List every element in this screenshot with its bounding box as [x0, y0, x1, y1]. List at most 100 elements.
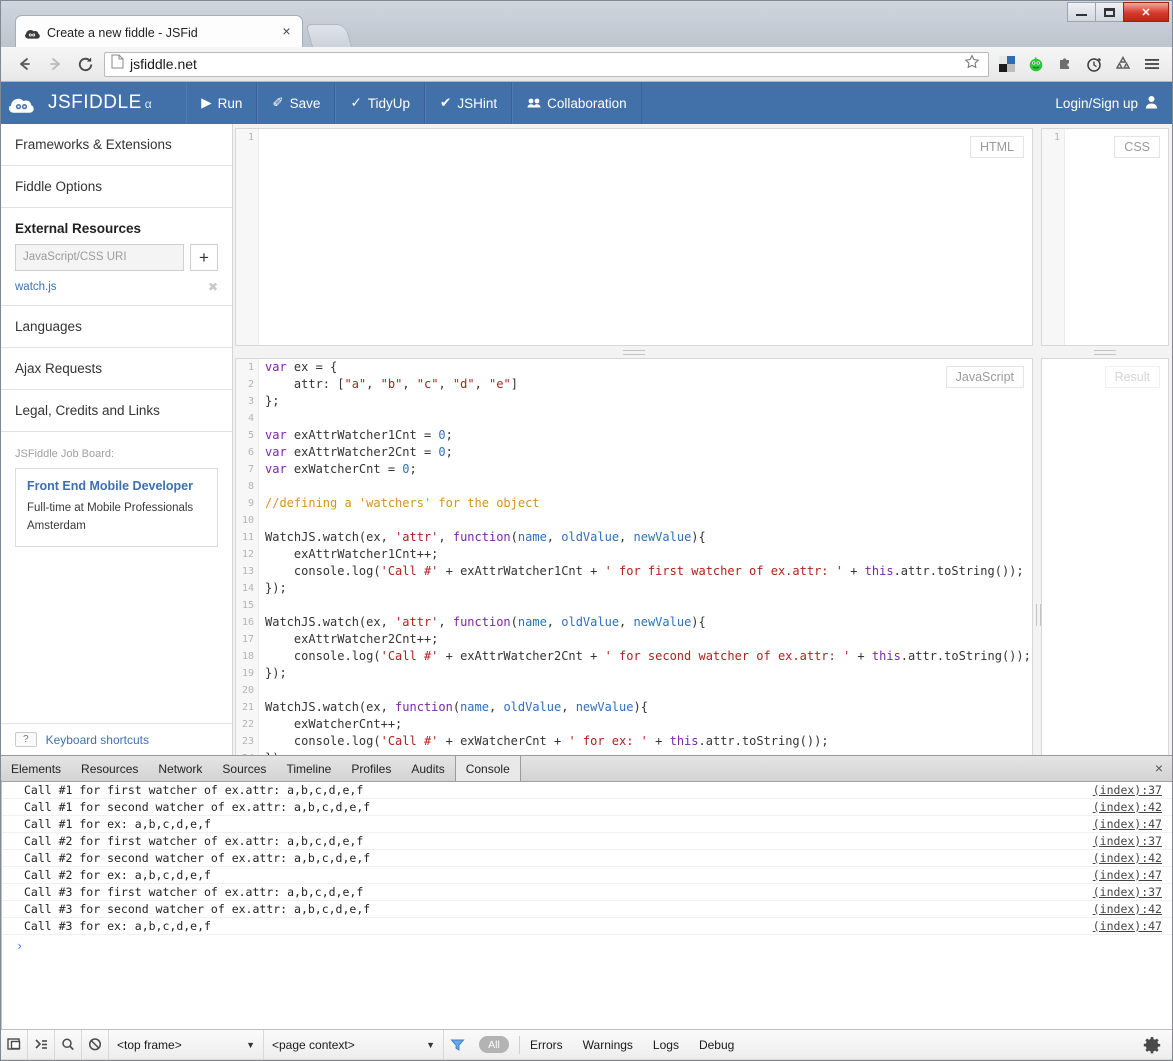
- code-line: console.log('Call #' + exWatcherCnt + ' …: [265, 734, 829, 748]
- console-log-source-link[interactable]: (index):37: [1093, 885, 1162, 899]
- console-prompt-row[interactable]: ›: [2, 935, 1172, 957]
- console-log-source-link[interactable]: (index):42: [1093, 902, 1162, 916]
- line-number: 16: [241, 617, 254, 628]
- html-pane-label[interactable]: HTML: [969, 136, 1024, 158]
- filter-warnings-button[interactable]: Warnings: [573, 1038, 643, 1052]
- new-tab-button[interactable]: [305, 24, 353, 49]
- console-output[interactable]: Call #1 for first watcher of ex.attr: a,…: [1, 782, 1172, 1029]
- console-log-source-link[interactable]: (index):37: [1093, 783, 1162, 797]
- devtools-tab-resources[interactable]: Resources: [71, 756, 148, 781]
- menu-icon[interactable]: [1142, 55, 1161, 74]
- sidebar-item-languages[interactable]: Languages: [1, 306, 232, 348]
- html-code-area[interactable]: [260, 129, 1032, 345]
- external-resource-item: watch.js ✖: [15, 280, 218, 294]
- clear-console-icon[interactable]: [82, 1029, 109, 1060]
- green-frog-icon[interactable]: [1026, 55, 1045, 74]
- line-number: 18: [241, 651, 254, 662]
- close-button[interactable]: ✕: [1123, 2, 1169, 22]
- html-editor-pane[interactable]: HTML 1: [235, 128, 1033, 346]
- tidyup-button[interactable]: ✓ TidyUp: [335, 82, 426, 124]
- job-board: JSFiddle Job Board: Front End Mobile Dev…: [1, 432, 232, 547]
- css-code-area[interactable]: [1066, 129, 1168, 345]
- puzzle-piece-icon[interactable]: [1055, 55, 1074, 74]
- html-js-splitter[interactable]: [235, 347, 1033, 357]
- console-log-message: Call #3 for ex: a,b,c,d,e,f: [24, 919, 211, 933]
- filter-debug-button[interactable]: Debug: [689, 1038, 744, 1052]
- console-log-source-link[interactable]: (index):37: [1093, 834, 1162, 848]
- devtools-tab-console[interactable]: Console: [454, 756, 521, 781]
- filter-logs-button[interactable]: Logs: [643, 1038, 689, 1052]
- jshint-button[interactable]: ✔ JSHint: [425, 82, 513, 124]
- css-result-splitter[interactable]: [1041, 347, 1169, 357]
- run-button[interactable]: ▶ Run: [186, 82, 258, 124]
- sidebar-item-external-resources[interactable]: External Resources: [1, 208, 232, 244]
- console-log-source-link[interactable]: (index):47: [1093, 868, 1162, 882]
- add-resource-button[interactable]: +: [190, 244, 218, 271]
- javascript-pane-label[interactable]: JavaScript: [945, 366, 1024, 388]
- job-title[interactable]: Front End Mobile Developer: [27, 479, 206, 493]
- sidebar-item-ajax-requests[interactable]: Ajax Requests: [1, 348, 232, 390]
- recycle-icon[interactable]: [1113, 55, 1132, 74]
- sidebar-item-legal-credits[interactable]: Legal, Credits and Links: [1, 390, 232, 432]
- filter-all-button[interactable]: All: [479, 1036, 509, 1053]
- bookmark-star-icon[interactable]: [964, 53, 980, 75]
- minimize-button[interactable]: [1067, 2, 1096, 22]
- filter-funnel-icon[interactable]: [444, 1030, 471, 1060]
- collaboration-button[interactable]: Collaboration: [512, 82, 642, 124]
- console-log-source-link[interactable]: (index):42: [1093, 851, 1162, 865]
- external-resource-input[interactable]: JavaScript/CSS URI: [15, 244, 184, 271]
- save-button[interactable]: ✐ Save: [257, 82, 336, 124]
- devtools-tab-timeline[interactable]: Timeline: [276, 756, 341, 781]
- devtools-tab-sources[interactable]: Sources: [212, 756, 276, 781]
- windows-tiles-icon[interactable]: [997, 55, 1016, 74]
- dock-to-bottom-icon[interactable]: [1, 1029, 28, 1060]
- css-pane-label[interactable]: CSS: [1114, 136, 1160, 158]
- console-log-row: Call #1 for ex: a,b,c,d,e,f (index):47: [2, 816, 1172, 833]
- line-number: 12: [241, 549, 254, 560]
- devtools-tab-profiles[interactable]: Profiles: [341, 756, 401, 781]
- code-line: var exAttrWatcher2Cnt = 0;: [265, 445, 453, 459]
- line-number: 4: [247, 413, 254, 424]
- remove-resource-icon[interactable]: ✖: [208, 280, 218, 294]
- console-log-source-link[interactable]: (index):47: [1093, 817, 1162, 831]
- frame-select[interactable]: <top frame> ▼: [109, 1029, 264, 1060]
- job-card[interactable]: Front End Mobile Developer Full-time at …: [15, 468, 218, 547]
- line-number: 8: [247, 481, 254, 492]
- devtools-tab-network[interactable]: Network: [148, 756, 212, 781]
- search-icon[interactable]: [55, 1029, 82, 1060]
- reload-button[interactable]: [70, 49, 100, 79]
- extension-icons: [997, 55, 1172, 74]
- css-gutter: 1: [1042, 129, 1065, 345]
- address-bar[interactable]: jsfiddle.net: [104, 51, 989, 77]
- gear-icon[interactable]: [1132, 1036, 1172, 1054]
- devtools-close-icon[interactable]: ×: [1155, 761, 1163, 775]
- back-button[interactable]: [10, 49, 40, 79]
- stopwatch-icon[interactable]: [1084, 55, 1103, 74]
- css-editor-pane[interactable]: CSS 1: [1041, 128, 1169, 346]
- keyboard-shortcuts-link[interactable]: Keyboard shortcuts: [46, 733, 149, 747]
- filter-errors-button[interactable]: Errors: [520, 1038, 573, 1052]
- browser-tab[interactable]: Create a new fiddle - JSFid ×: [15, 15, 303, 49]
- devtools-tab-elements[interactable]: Elements: [1, 756, 71, 781]
- forward-button[interactable]: [40, 49, 70, 79]
- tab-strip: Create a new fiddle - JSFid ×: [1, 15, 1173, 49]
- window-controls: ✕: [1067, 2, 1169, 22]
- sidebar-item-fiddle-options[interactable]: Fiddle Options: [1, 166, 232, 208]
- browser-toolbar: jsfiddle.net: [0, 47, 1173, 82]
- jsfiddle-logo-icon[interactable]: [1, 82, 43, 124]
- devtools-tab-audits[interactable]: Audits: [401, 756, 454, 781]
- keyboard-shortcuts-row[interactable]: ? Keyboard shortcuts: [1, 723, 232, 755]
- context-select[interactable]: <page context> ▼: [264, 1029, 444, 1060]
- console-log-source-link[interactable]: (index):42: [1093, 800, 1162, 814]
- console-log-row: Call #2 for ex: a,b,c,d,e,f (index):47: [2, 867, 1172, 884]
- external-resource-link[interactable]: watch.js: [15, 281, 57, 293]
- show-console-icon[interactable]: [28, 1029, 55, 1060]
- maximize-button[interactable]: [1095, 2, 1124, 22]
- line-number: 2: [247, 379, 254, 390]
- console-log-source-link[interactable]: (index):47: [1093, 919, 1162, 933]
- sidebar-item-frameworks[interactable]: Frameworks & Extensions: [1, 124, 232, 166]
- login-signup-button[interactable]: Login/Sign up: [1055, 95, 1172, 112]
- tab-close-icon[interactable]: ×: [279, 24, 294, 40]
